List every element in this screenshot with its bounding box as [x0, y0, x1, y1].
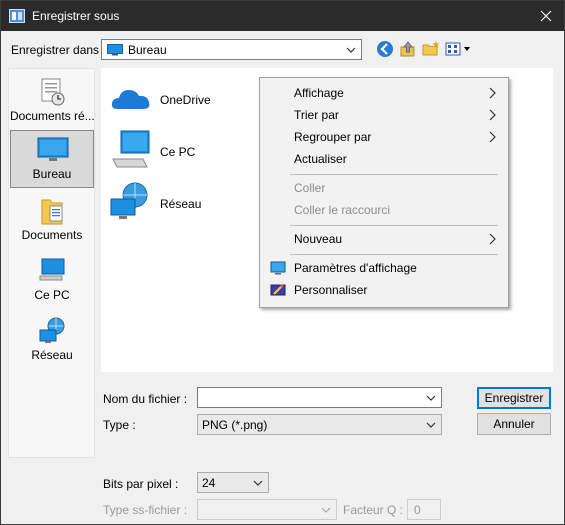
computer-icon [109, 129, 153, 173]
type-value: PNG (*.png) [202, 418, 268, 432]
up-folder-icon[interactable] [397, 38, 419, 60]
place-item-recent[interactable]: Documents ré... [10, 73, 94, 131]
computer-icon [36, 256, 68, 286]
type-label: Type : [103, 418, 136, 432]
quality-label: Facteur Q : [343, 503, 404, 517]
chevron-down-icon [425, 418, 437, 432]
menu-separator [290, 174, 498, 175]
quality-input: 0 [407, 499, 441, 520]
app-icon [9, 9, 25, 23]
place-item-label: Documents ré... [10, 109, 94, 123]
type-select[interactable]: PNG (*.png) [197, 414, 442, 435]
menu-item-label: Regrouper par [294, 130, 372, 144]
close-icon[interactable] [528, 1, 564, 31]
place-item-label: Documents [21, 228, 83, 242]
recent-documents-icon [36, 77, 68, 107]
menu-item-label: Nouveau [294, 232, 343, 246]
subtype-select [197, 499, 337, 520]
look-in-value: Bureau [128, 43, 167, 57]
bits-label: Bits par pixel : [103, 477, 179, 491]
documents-folder-icon [36, 196, 68, 226]
chevron-right-icon [488, 87, 496, 99]
menu-item-paste-shortcut: Coller le raccourci [262, 199, 506, 221]
network-icon [109, 181, 153, 225]
desktop-icon [107, 44, 123, 56]
place-item-network[interactable]: Réseau [10, 312, 94, 370]
filename-label: Nom du fichier : [103, 392, 188, 406]
place-item-documents[interactable]: Documents [10, 192, 94, 250]
place-item-desktop[interactable]: Bureau [10, 130, 94, 188]
menu-item-label: Coller le raccourci [294, 203, 391, 217]
menu-item-label: Paramètres d'affichage [294, 261, 417, 275]
place-item-label: Réseau [31, 348, 73, 362]
menu-item-label: Personnaliser [294, 283, 368, 297]
menu-item-new[interactable]: Nouveau [262, 228, 506, 250]
file-item-label: OneDrive [160, 93, 211, 107]
menu-item-label: Coller [294, 181, 326, 195]
chevron-down-icon [425, 391, 437, 405]
place-item-this-pc[interactable]: Ce PC [10, 252, 94, 310]
personalize-icon [270, 282, 286, 298]
file-item-label: Réseau [160, 197, 202, 211]
save-as-dialog: Enregistrer sous Enregistrer dans : Bure… [0, 0, 565, 525]
back-icon[interactable] [374, 38, 396, 60]
display-settings-icon [270, 260, 286, 276]
menu-item-paste: Coller [262, 177, 506, 199]
file-item-label: Ce PC [160, 145, 196, 159]
network-icon [36, 316, 68, 346]
places-bar: Documents ré... Bureau Documents Ce PC R… [8, 68, 95, 458]
menu-item-group[interactable]: Regrouper par [262, 126, 506, 148]
context-menu: Affichage Trier par Regrouper par Actual… [259, 77, 509, 308]
menu-item-view[interactable]: Affichage [262, 82, 506, 104]
window-title: Enregistrer sous [32, 9, 120, 23]
place-item-label: Ce PC [34, 288, 70, 302]
bits-value: 24 [202, 476, 216, 490]
menu-item-label: Trier par [294, 108, 339, 122]
onedrive-icon [109, 77, 153, 121]
filename-input[interactable] [197, 387, 442, 408]
look-in-label: Enregistrer dans : [11, 43, 106, 57]
subtype-label: Type ss-fichier : [103, 503, 188, 517]
quality-value: 0 [414, 503, 421, 517]
place-item-label: Bureau [32, 167, 72, 181]
save-button[interactable]: Enregistrer [477, 387, 551, 409]
desktop-icon [37, 135, 69, 165]
bits-select[interactable]: 24 [197, 472, 269, 493]
chevron-right-icon [488, 131, 496, 143]
menu-item-personalize[interactable]: Personnaliser [262, 279, 506, 301]
view-menu-icon[interactable] [444, 38, 474, 60]
chevron-right-icon [488, 109, 496, 121]
menu-separator [290, 254, 498, 255]
chevron-down-icon [252, 476, 264, 490]
menu-separator [290, 225, 498, 226]
menu-item-sort[interactable]: Trier par [262, 104, 506, 126]
menu-item-label: Actualiser [294, 152, 347, 166]
chevron-down-icon [320, 503, 332, 517]
title-bar[interactable]: Enregistrer sous [1, 1, 564, 31]
chevron-down-icon [345, 43, 357, 57]
menu-item-label: Affichage [294, 86, 344, 100]
chevron-right-icon [488, 233, 496, 245]
menu-item-display-settings[interactable]: Paramètres d'affichage [262, 257, 506, 279]
cancel-button[interactable]: Annuler [477, 413, 551, 435]
look-in-combo[interactable]: Bureau [101, 39, 362, 60]
new-folder-icon[interactable] [420, 38, 442, 60]
menu-item-refresh[interactable]: Actualiser [262, 148, 506, 170]
